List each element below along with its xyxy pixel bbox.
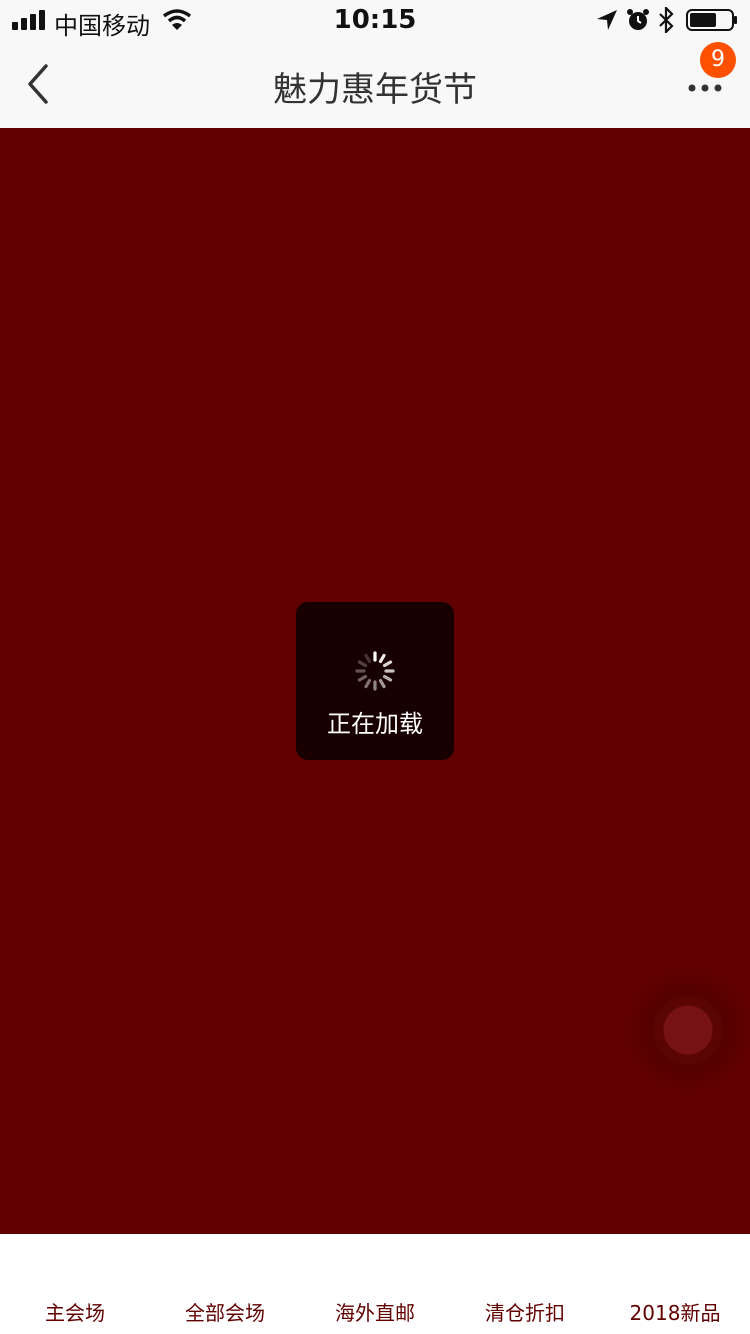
loading-toast: 正在加载 bbox=[296, 602, 454, 760]
location-icon bbox=[597, 10, 617, 30]
notification-badge: 9 bbox=[700, 42, 736, 78]
floating-action-button[interactable] bbox=[628, 970, 748, 1090]
tab-main-venue[interactable]: 主会场 bbox=[0, 1234, 150, 1334]
page-title: 魅力惠年货节 bbox=[273, 70, 477, 110]
tab-overseas-direct[interactable]: 海外直邮 bbox=[300, 1234, 450, 1334]
nav-bar: 魅力惠年货节 bbox=[0, 40, 750, 128]
battery-icon bbox=[686, 9, 737, 31]
bottom-tab-bar: 主会场 全部会场 海外直邮 清仓折扣 2018新品 bbox=[0, 1234, 750, 1334]
alarm-icon bbox=[627, 9, 649, 30]
loading-text: 正在加载 bbox=[327, 710, 423, 738]
bluetooth-icon bbox=[659, 7, 674, 33]
top-bar: 中国移动 10:15 魅力惠年货节 9 bbox=[0, 0, 750, 128]
tab-all-venues[interactable]: 全部会场 bbox=[150, 1234, 300, 1334]
status-bar: 中国移动 10:15 bbox=[0, 0, 750, 40]
spinner-icon bbox=[355, 651, 395, 691]
tab-new-2018[interactable]: 2018新品 bbox=[600, 1234, 750, 1334]
page-content: 正在加载 bbox=[0, 128, 750, 1234]
tab-clearance[interactable]: 清仓折扣 bbox=[450, 1234, 600, 1334]
